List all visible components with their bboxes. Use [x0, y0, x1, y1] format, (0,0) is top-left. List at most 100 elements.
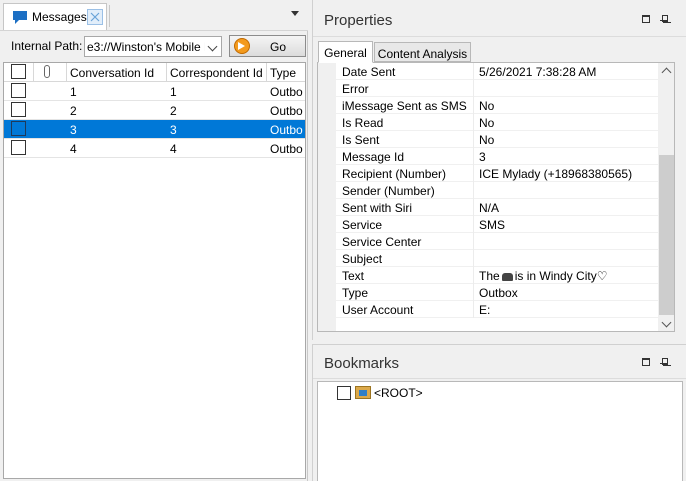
cell-type: Outbo — [270, 123, 303, 137]
property-row[interactable]: Text The is in Windy City♡ — [336, 267, 658, 284]
property-value: N/A — [479, 201, 500, 215]
property-value: E: — [479, 303, 491, 317]
maximize-icon[interactable] — [642, 15, 650, 23]
property-key: Is Read — [342, 116, 384, 130]
property-row[interactable]: iMessage Sent as SMS No — [336, 97, 658, 114]
property-row[interactable]: Is Read No — [336, 114, 658, 131]
column-divider — [473, 301, 474, 318]
text-value-start: The — [479, 269, 500, 283]
chevron-down-icon[interactable] — [291, 11, 299, 16]
column-divider — [473, 233, 474, 250]
divider — [313, 36, 686, 37]
column-header-conversation-id[interactable]: Conversation Id — [67, 63, 167, 82]
cell-correspondent-id: 2 — [170, 104, 177, 118]
properties-window-buttons — [642, 15, 668, 24]
bookmarks-pane: Bookmarks <ROOT> — [312, 344, 686, 481]
row-checkbox[interactable] — [11, 102, 26, 117]
tab-general[interactable]: General — [318, 41, 373, 63]
property-key: Recipient (Number) — [342, 167, 447, 181]
property-key: Type — [342, 286, 369, 300]
maximize-icon[interactable] — [642, 358, 650, 366]
row-checkbox[interactable] — [11, 140, 26, 155]
column-header-type[interactable]: Type — [267, 63, 305, 82]
column-divider — [473, 131, 474, 148]
scroll-up-icon[interactable] — [661, 67, 672, 78]
property-row[interactable]: Type Outbox — [336, 284, 658, 301]
property-key: Service — [342, 218, 383, 232]
column-header-attachment[interactable] — [34, 63, 67, 82]
scroll-down-icon[interactable] — [661, 317, 672, 328]
internal-path-combo[interactable]: e3://Winston's Mobile Fo — [84, 36, 222, 57]
property-key: Text — [342, 269, 365, 283]
folder-icon — [355, 386, 371, 399]
cell-conversation-id: 3 — [70, 123, 77, 137]
property-row[interactable]: Error — [336, 80, 658, 97]
divider — [313, 378, 686, 379]
property-row[interactable]: Sent with Siri N/A — [336, 199, 658, 216]
property-grid-gutter — [318, 63, 336, 331]
paperclip-icon — [44, 65, 50, 78]
column-divider — [473, 250, 474, 267]
property-value: 5/26/2021 7:38:28 AM — [479, 65, 597, 79]
internal-path-value[interactable]: e3://Winston's Mobile Fo — [87, 40, 205, 54]
close-icon[interactable] — [87, 9, 103, 25]
property-value: The is in Windy City♡ — [479, 269, 607, 283]
root-checkbox[interactable] — [337, 386, 351, 400]
pin-icon[interactable] — [660, 15, 668, 24]
property-value: Outbox — [479, 286, 518, 300]
property-key: Service Center — [342, 235, 422, 249]
property-row[interactable]: Service SMS — [336, 216, 658, 233]
property-key: Is Sent — [342, 133, 380, 147]
messages-pane: Messages Internal Path: e3://Winston's M… — [0, 0, 308, 481]
property-value: No — [479, 116, 495, 130]
bookmarks-title: Bookmarks — [324, 355, 400, 372]
cell-conversation-id: 2 — [70, 104, 77, 118]
tab-messages[interactable]: Messages — [3, 3, 107, 30]
properties-scrollbar[interactable] — [658, 63, 674, 331]
property-key: Message Id — [342, 150, 405, 164]
table-row-selected[interactable]: 3 3 Outbo — [4, 120, 305, 139]
property-value: ICE Mylady (+18968380565) — [479, 167, 633, 181]
column-divider — [473, 148, 474, 165]
column-divider — [473, 80, 474, 97]
bookmarks-window-buttons — [642, 358, 668, 367]
column-header-select[interactable] — [4, 63, 34, 82]
property-key: iMessage Sent as SMS — [342, 99, 467, 113]
root-node-label[interactable]: <ROOT> — [374, 386, 423, 400]
tab-content-analysis[interactable]: Content Analysis — [374, 42, 471, 62]
go-button[interactable]: Go — [229, 35, 306, 57]
property-key: Subject — [342, 252, 383, 266]
property-row[interactable]: Is Sent No — [336, 131, 658, 148]
property-row[interactable]: User Account E: — [336, 301, 658, 318]
grid-header: Conversation Id Correspondent Id Type — [4, 63, 305, 82]
property-row[interactable]: Subject — [336, 250, 658, 267]
chevron-down-icon[interactable] — [206, 37, 221, 56]
column-divider — [473, 216, 474, 233]
row-checkbox[interactable] — [11, 121, 26, 136]
property-row[interactable]: Date Sent 5/26/2021 7:38:28 AM — [336, 63, 658, 80]
table-row[interactable]: 1 1 Outbo — [4, 82, 305, 101]
scrollbar-thumb[interactable] — [659, 155, 674, 315]
tab-messages-label: Messages — [32, 10, 87, 24]
property-row[interactable]: Recipient (Number) ICE Mylady (+189683805… — [336, 165, 658, 182]
messages-grid: Conversation Id Correspondent Id Type 1 … — [3, 62, 306, 479]
column-header-correspondent-id[interactable]: Correspondent Id — [167, 63, 267, 82]
cell-type: Outbo — [270, 142, 303, 156]
table-row[interactable]: 4 4 Outbo — [4, 139, 305, 158]
property-row[interactable]: Sender (Number) — [336, 182, 658, 199]
property-key: Sent with Siri — [342, 201, 413, 215]
speech-bubble-icon — [12, 9, 28, 25]
select-all-checkbox[interactable] — [11, 64, 26, 79]
bookmarks-tree: <ROOT> — [317, 381, 683, 481]
table-row[interactable]: 2 2 Outbo — [4, 101, 305, 120]
property-value: 3 — [479, 150, 486, 164]
go-button-label: Go — [270, 40, 287, 54]
cell-correspondent-id: 1 — [170, 85, 177, 99]
row-checkbox[interactable] — [11, 83, 26, 98]
pin-icon[interactable] — [660, 358, 668, 367]
property-row[interactable]: Service Center — [336, 233, 658, 250]
property-row[interactable]: Message Id 3 — [336, 148, 658, 165]
column-divider — [473, 267, 474, 284]
properties-title: Properties — [324, 12, 393, 29]
property-value: SMS — [479, 218, 506, 232]
